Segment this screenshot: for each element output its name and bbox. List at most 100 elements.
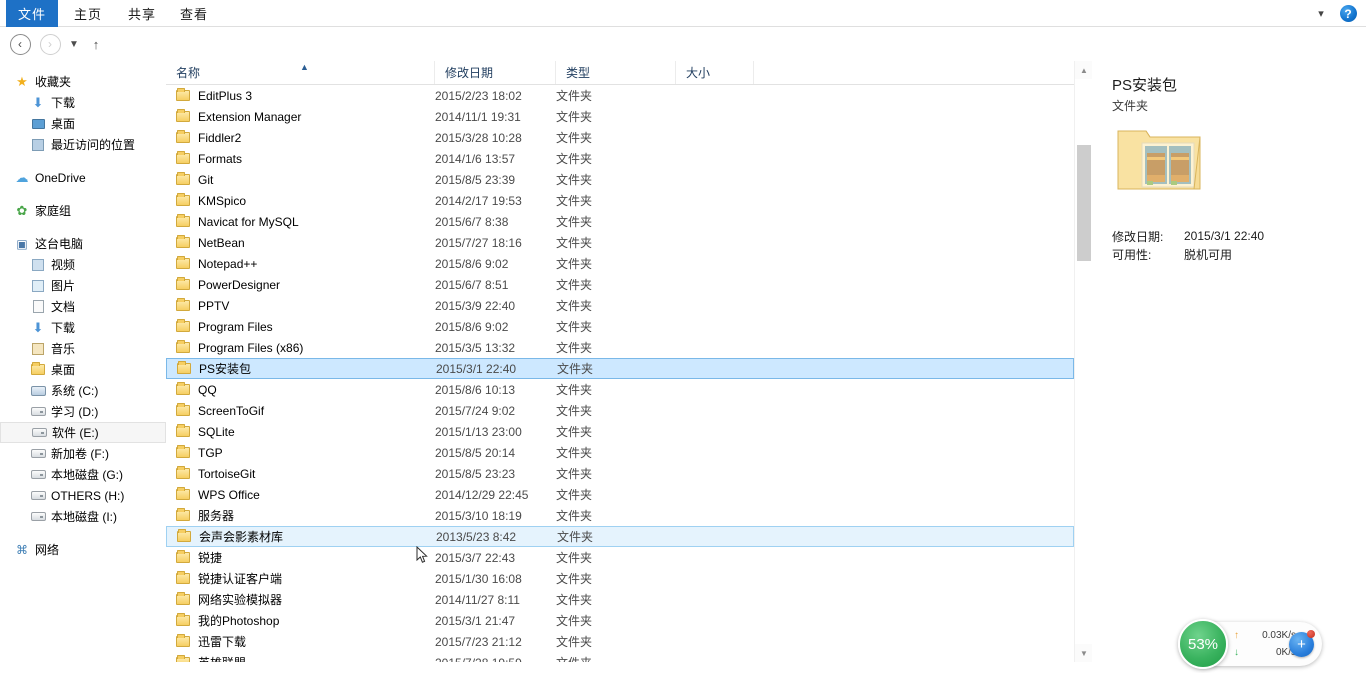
file-name-cell[interactable]: KMSpico xyxy=(176,193,246,208)
sidebar-item-16[interactable]: 新加卷 (F:) xyxy=(0,443,166,464)
sidebar-item-12[interactable]: 桌面 xyxy=(0,359,166,380)
file-list-pane[interactable]: ▲ 名称 修改日期 类型 大小 EditPlus 3 2015/2/23 18:0… xyxy=(166,61,1074,673)
table-row[interactable]: 我的Photoshop 2015/3/1 21:47 文件夹 xyxy=(166,610,1074,631)
file-name-cell[interactable]: SQLite xyxy=(176,424,235,439)
file-name-cell[interactable]: Program Files xyxy=(176,319,273,334)
sidebar-item-9[interactable]: 文档 xyxy=(0,296,166,317)
file-name-cell[interactable]: NetBean xyxy=(176,235,245,250)
help-icon[interactable]: ? xyxy=(1334,0,1362,27)
tab-view[interactable]: 查看 xyxy=(170,0,218,27)
file-name-cell[interactable]: PPTV xyxy=(176,298,229,313)
table-row[interactable]: PowerDesigner 2015/6/7 8:51 文件夹 xyxy=(166,274,1074,295)
table-row[interactable]: Program Files 2015/8/6 9:02 文件夹 xyxy=(166,316,1074,337)
table-row[interactable]: 锐捷认证客户端 2015/1/30 16:08 文件夹 xyxy=(166,568,1074,589)
column-header-date[interactable]: 修改日期 xyxy=(435,61,556,84)
file-name-cell[interactable]: TGP xyxy=(176,445,223,460)
file-name-cell[interactable]: WPS Office xyxy=(176,487,260,502)
sidebar-item-17[interactable]: 本地磁盘 (G:) xyxy=(0,464,166,485)
sidebar-item-5[interactable]: ✿ 家庭组 xyxy=(0,200,166,221)
sidebar-item-2[interactable]: 桌面 xyxy=(0,113,166,134)
file-name-cell[interactable]: 会声会影素材库 xyxy=(177,528,283,545)
tab-home[interactable]: 主页 xyxy=(64,0,112,27)
vertical-scrollbar[interactable]: ▲ ▼ xyxy=(1074,61,1093,662)
table-row[interactable]: Program Files (x86) 2015/3/5 13:32 文件夹 xyxy=(166,337,1074,358)
table-row[interactable]: ScreenToGif 2015/7/24 9:02 文件夹 xyxy=(166,400,1074,421)
sidebar-item-0[interactable]: ★ 收藏夹 xyxy=(0,71,166,92)
sidebar-item-15[interactable]: 软件 (E:) xyxy=(0,422,166,443)
sidebar-item-7[interactable]: 视频 xyxy=(0,254,166,275)
table-row[interactable]: 网络实验模拟器 2014/11/27 8:11 文件夹 xyxy=(166,589,1074,610)
back-button[interactable]: ‹ xyxy=(8,32,32,56)
scroll-down-icon[interactable]: ▼ xyxy=(1075,644,1093,662)
table-row[interactable]: SQLite 2015/1/13 23:00 文件夹 xyxy=(166,421,1074,442)
table-row[interactable]: NetBean 2015/7/27 18:16 文件夹 xyxy=(166,232,1074,253)
horizontal-scrollbar[interactable] xyxy=(166,662,1074,673)
tab-share[interactable]: 共享 xyxy=(118,0,166,27)
file-name-cell[interactable]: EditPlus 3 xyxy=(176,88,252,103)
file-name-cell[interactable]: TortoiseGit xyxy=(176,466,255,481)
sidebar-item-6[interactable]: ▣ 这台电脑 xyxy=(0,233,166,254)
sidebar-item-8[interactable]: 图片 xyxy=(0,275,166,296)
table-row[interactable]: Extension Manager 2014/11/1 19:31 文件夹 xyxy=(166,106,1074,127)
table-row[interactable]: Navicat for MySQL 2015/6/7 8:38 文件夹 xyxy=(166,211,1074,232)
table-row[interactable]: PPTV 2015/3/9 22:40 文件夹 xyxy=(166,295,1074,316)
network-speed-widget[interactable]: 53% ↑ 0.03K/s ↓ 0K/s + xyxy=(1178,619,1322,669)
sidebar-item-19[interactable]: 本地磁盘 (I:) xyxy=(0,506,166,527)
sidebar-item-18[interactable]: OTHERS (H:) xyxy=(0,485,166,506)
file-name-cell[interactable]: 迅雷下载 xyxy=(176,633,246,650)
table-row[interactable]: QQ 2015/8/6 10:13 文件夹 xyxy=(166,379,1074,400)
tab-file[interactable]: 文件 xyxy=(6,0,58,27)
column-header-size[interactable]: 大小 xyxy=(676,61,754,84)
sidebar-item-11[interactable]: 音乐 xyxy=(0,338,166,359)
sidebar-item-10[interactable]: ⬇ 下载 xyxy=(0,317,166,338)
navigation-pane[interactable]: ★ 收藏夹 ⬇ 下载 桌面 最近访问的位置 ☁ OneDrive ✿ 家庭组 ▣ 这台电脑 视频 图片 文档… xyxy=(0,61,166,673)
file-rows-container[interactable]: EditPlus 3 2015/2/23 18:02 文件夹 Extension Ma… xyxy=(166,85,1074,673)
file-name-cell[interactable]: 我的Photoshop xyxy=(176,612,279,629)
file-name-cell[interactable]: Fiddler2 xyxy=(176,130,241,145)
column-header-name[interactable]: 名称 xyxy=(166,61,435,84)
table-row[interactable]: 迅雷下载 2015/7/23 21:12 文件夹 xyxy=(166,631,1074,652)
table-row[interactable]: 会声会影素材库 2013/5/23 8:42 文件夹 xyxy=(166,526,1074,547)
table-row[interactable]: Fiddler2 2015/3/28 10:28 文件夹 xyxy=(166,127,1074,148)
file-name-cell[interactable]: Notepad++ xyxy=(176,256,257,271)
scroll-up-icon[interactable]: ▲ xyxy=(1075,61,1093,79)
table-row[interactable]: 服务器 2015/3/10 18:19 文件夹 xyxy=(166,505,1074,526)
table-row[interactable]: 锐捷 2015/3/7 22:43 文件夹 xyxy=(166,547,1074,568)
forward-button[interactable]: › xyxy=(38,32,62,56)
up-button[interactable]: ↑ xyxy=(86,32,106,56)
sidebar-item-20[interactable]: ⌘ 网络 xyxy=(0,539,166,560)
sidebar-item-1[interactable]: ⬇ 下载 xyxy=(0,92,166,113)
chevron-down-icon[interactable]: ▾ xyxy=(1308,0,1334,27)
sidebar-item-14[interactable]: 学习 (D:) xyxy=(0,401,166,422)
table-row[interactable]: Git 2015/8/5 23:39 文件夹 xyxy=(166,169,1074,190)
column-header-type[interactable]: 类型 xyxy=(556,61,676,84)
scrollbar-thumb[interactable] xyxy=(1077,145,1091,261)
file-name-cell[interactable]: QQ xyxy=(176,382,217,397)
table-row[interactable]: KMSpico 2014/2/17 19:53 文件夹 xyxy=(166,190,1074,211)
table-row[interactable]: WPS Office 2014/12/29 22:45 文件夹 xyxy=(166,484,1074,505)
file-name-cell[interactable]: 服务器 xyxy=(176,507,234,524)
file-name-cell[interactable]: Program Files (x86) xyxy=(176,340,303,355)
file-name-label: Program Files xyxy=(198,319,273,334)
file-name-cell[interactable]: PowerDesigner xyxy=(176,277,280,292)
memory-usage-ring[interactable]: 53% xyxy=(1178,619,1228,669)
file-name-cell[interactable]: 锐捷认证客户端 xyxy=(176,570,282,587)
table-row[interactable]: EditPlus 3 2015/2/23 18:02 文件夹 xyxy=(166,85,1074,106)
recent-locations-button[interactable]: ▼ xyxy=(64,32,84,56)
table-row[interactable]: PS安装包 2015/3/1 22:40 文件夹 xyxy=(166,358,1074,379)
file-name-cell[interactable]: PS安装包 xyxy=(177,360,251,377)
file-name-cell[interactable]: Navicat for MySQL xyxy=(176,214,299,229)
table-row[interactable]: TGP 2015/8/5 20:14 文件夹 xyxy=(166,442,1074,463)
file-name-cell[interactable]: Extension Manager xyxy=(176,109,301,124)
table-row[interactable]: Formats 2014/1/6 13:57 文件夹 xyxy=(166,148,1074,169)
sidebar-item-3[interactable]: 最近访问的位置 xyxy=(0,134,166,155)
sidebar-item-13[interactable]: 系统 (C:) xyxy=(0,380,166,401)
table-row[interactable]: Notepad++ 2015/8/6 9:02 文件夹 xyxy=(166,253,1074,274)
file-name-cell[interactable]: 网络实验模拟器 xyxy=(176,591,282,608)
file-name-cell[interactable]: Formats xyxy=(176,151,242,166)
file-name-cell[interactable]: 锐捷 xyxy=(176,549,222,566)
file-name-cell[interactable]: ScreenToGif xyxy=(176,403,264,418)
sidebar-item-4[interactable]: ☁ OneDrive xyxy=(0,167,166,188)
table-row[interactable]: TortoiseGit 2015/8/5 23:23 文件夹 xyxy=(166,463,1074,484)
file-name-cell[interactable]: Git xyxy=(176,172,213,187)
